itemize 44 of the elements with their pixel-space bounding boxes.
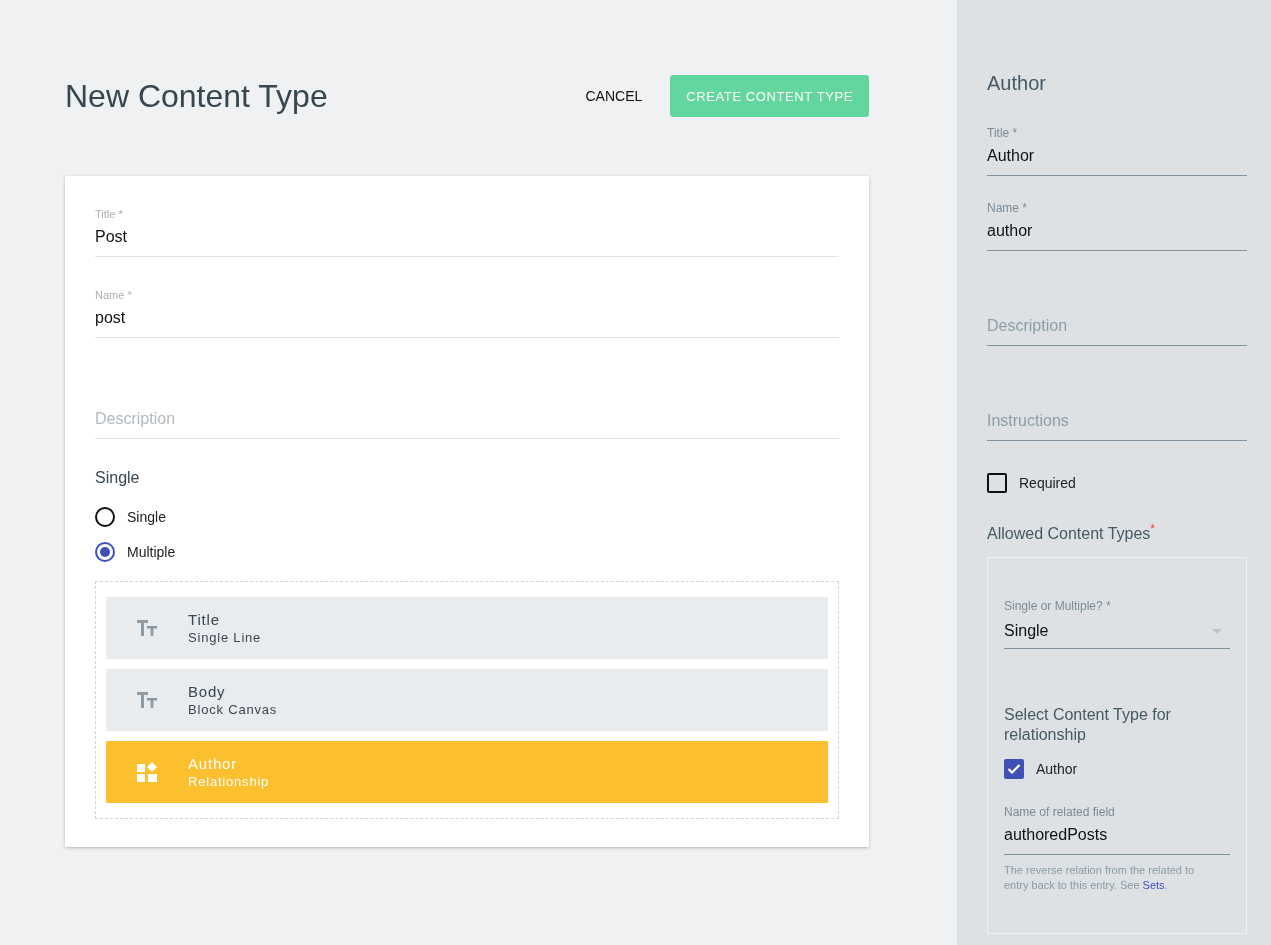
section-heading: Select Content Type for relationship	[1004, 705, 1172, 746]
text-field[interactable]: Post	[95, 222, 839, 257]
page-title: New Content Type	[65, 77, 329, 115]
text-field[interactable]: author	[987, 216, 1247, 251]
select-field[interactable]: Single	[1004, 614, 1230, 650]
check-mark-icon	[1007, 762, 1021, 775]
field-type: Block Canvas	[188, 702, 278, 718]
cancel-button[interactable]: CANCEL	[565, 75, 663, 117]
text-field[interactable]: post	[95, 303, 839, 338]
field-name: Title	[188, 610, 221, 630]
section-heading: Allowed Content Types$^{*}$	[987, 522, 1157, 544]
option-label: Single	[127, 508, 166, 525]
field-name: Body	[188, 682, 227, 702]
field-label: Title *	[987, 125, 1019, 141]
content-field-row[interactable]: Body Block Canvas	[106, 669, 828, 731]
panel-title: Author	[987, 72, 1047, 95]
field-label: Name *	[987, 200, 1028, 216]
radio-button[interactable]	[95, 541, 115, 562]
text-field[interactable]: Description	[987, 311, 1247, 346]
field-type: Relationship	[188, 774, 270, 790]
field-label: Name *	[95, 288, 133, 303]
option-label: Required	[1019, 474, 1076, 491]
option-label: Multiple	[127, 543, 176, 560]
section-heading: Single	[95, 469, 141, 487]
text-size-icon	[137, 692, 157, 708]
widgets-icon	[137, 762, 157, 782]
help-text: The reverse relation from the related to entry back to this entry. See Sets.	[1004, 863, 1196, 894]
field-label: Single or Multiple? *	[1004, 598, 1112, 615]
text-field[interactable]: authoredPosts	[1004, 820, 1230, 856]
radio-button[interactable]	[95, 506, 115, 527]
option-label: Author	[1036, 760, 1078, 777]
field-label: Name of related field	[1004, 804, 1116, 821]
field-type: Single Line	[188, 630, 262, 646]
field-label: Title *	[95, 207, 124, 222]
text-field[interactable]: Author	[987, 141, 1247, 176]
sets-link[interactable]: Sets	[1142, 879, 1165, 892]
checkbox[interactable]	[1004, 758, 1024, 779]
text-field[interactable]: Instructions	[987, 406, 1247, 441]
checkbox[interactable]	[987, 472, 1007, 493]
required-mark: *	[1150, 522, 1156, 536]
text-size-icon	[137, 620, 157, 636]
caret-icon	[1212, 628, 1222, 634]
content-field-row[interactable]: Title Single Line	[106, 597, 828, 659]
field-name: Author	[188, 754, 238, 774]
